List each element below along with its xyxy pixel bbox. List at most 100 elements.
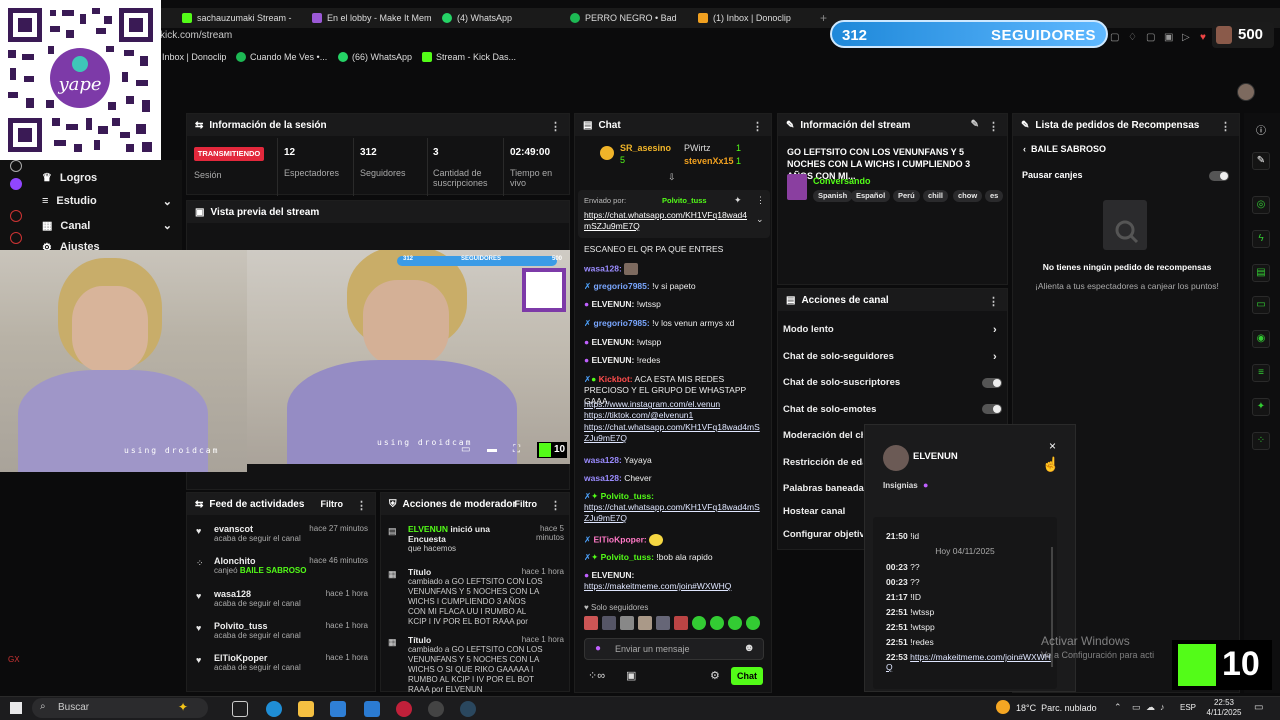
emote[interactable] <box>602 616 616 630</box>
more-icon[interactable]: ⋮ <box>988 120 999 133</box>
stream-video[interactable]: 312 SEGUIDORES 500 using droidcam ▭ ▬ ⛶ … <box>247 250 570 464</box>
send-chat-button[interactable]: Chat <box>731 667 763 685</box>
reward-filter[interactable]: ‹ BAILE SABROSO <box>1023 144 1106 154</box>
sidebar-item-estudio[interactable]: ≡ Estudio ⌄ <box>42 195 172 208</box>
tag[interactable]: es <box>985 190 1003 202</box>
top-chatter-name[interactable]: SR_asesino <box>620 143 671 153</box>
obs-icon[interactable] <box>428 701 444 717</box>
emote[interactable] <box>638 616 652 630</box>
top-chatter-name[interactable]: PWirtz <box>684 143 711 153</box>
pinned-by-user[interactable]: Polvito_tuss <box>662 196 707 205</box>
broadcast-icon[interactable]: ◉ <box>1252 330 1270 348</box>
points-icon[interactable]: ⁘∞ <box>588 669 605 682</box>
sidebar-item-canal[interactable]: ▦ Canal ⌄ <box>42 219 172 233</box>
heart-icon[interactable]: ♥ <box>1200 32 1206 43</box>
emote[interactable] <box>584 616 598 630</box>
volume-icon[interactable]: ♪ <box>1160 702 1165 712</box>
url-bar[interactable]: kick.com/stream <box>160 30 860 48</box>
action-host-channel[interactable]: Hostear canal <box>783 506 863 517</box>
subs-only-toggle[interactable] <box>982 378 1002 388</box>
bookmark[interactable]: Stream - Kick Das... <box>422 52 516 62</box>
emote[interactable] <box>620 616 634 630</box>
windows-start-icon[interactable] <box>10 702 22 714</box>
pause-redemptions-toggle[interactable] <box>1209 171 1229 181</box>
sidebar-item-logros[interactable]: ♛ Logros <box>42 171 97 185</box>
action-slow-mode[interactable]: Modo lento › <box>783 324 1003 336</box>
top-chatter-name[interactable]: stevenXx15 <box>684 156 734 166</box>
chat-icon[interactable]: ▭ <box>1252 296 1270 314</box>
scrollbar[interactable] <box>1051 547 1053 667</box>
emoji-icon[interactable]: ☻ <box>743 642 755 654</box>
share-icon[interactable]: ⁘ <box>1252 432 1270 450</box>
chevron-down-icon[interactable]: ⌄ <box>756 214 764 225</box>
action-banned-words[interactable]: Palabras baneadas <box>783 483 869 494</box>
close-icon[interactable]: × <box>1049 439 1056 453</box>
close-icon[interactable] <box>10 160 22 172</box>
emote[interactable] <box>692 616 706 630</box>
action-set-goal[interactable]: Configurar objetivo <box>783 529 863 540</box>
pinned-link[interactable]: https://chat.whatsapp.com/KH1VFq18wad4mS… <box>584 210 748 232</box>
bookmark[interactable]: Cuando Me Ves •... <box>236 52 327 62</box>
more-icon[interactable]: ⋮ <box>356 499 367 512</box>
wrench-icon[interactable]: ✦ <box>1252 398 1270 416</box>
tag[interactable]: chow <box>953 190 983 202</box>
more-icon[interactable]: ⋮ <box>752 120 763 133</box>
folder-icon[interactable] <box>298 701 314 717</box>
app-icon[interactable] <box>364 701 380 717</box>
chat-link[interactable]: https://tiktok.com/@elvenun1 <box>584 410 764 421</box>
action-age-restriction[interactable]: Restricción de edad <box>783 457 863 468</box>
action-chat-moderation[interactable]: Moderación del cha <box>783 430 863 441</box>
filter-button[interactable]: Filtro <box>515 499 538 509</box>
tag[interactable]: Perú <box>893 190 920 202</box>
tab-icon[interactable]: ▢ <box>1146 32 1155 43</box>
target-icon[interactable]: ◎ <box>1252 196 1270 214</box>
opera-gx-icon[interactable] <box>396 701 412 717</box>
user-card-name[interactable]: ELVENUN <box>913 451 958 462</box>
pencil-icon[interactable]: ✎ <box>971 119 979 130</box>
action-followers-only[interactable]: Chat de solo-seguidores › <box>783 351 1003 363</box>
more-icon[interactable]: ⋮ <box>1220 120 1231 133</box>
clock-icon[interactable] <box>10 232 22 244</box>
fullscreen-icon[interactable]: ⛶ <box>513 444 520 455</box>
category-name[interactable]: Conversando <box>813 176 871 186</box>
emote[interactable] <box>746 616 760 630</box>
gx-icon[interactable]: GX <box>8 655 20 664</box>
document-icon[interactable]: ▤ <box>1252 264 1270 282</box>
weather-text[interactable]: 18°C Parc. nublado <box>1016 703 1097 713</box>
chat-link[interactable]: https://chat.whatsapp.com/KH1VFq18wad4mS… <box>584 422 764 444</box>
browser-tab[interactable]: En el lobby - Make It Mem <box>312 8 432 28</box>
tray-chevron-icon[interactable]: ⌃ <box>1114 702 1122 713</box>
cloud-icon[interactable]: ☁ <box>1146 702 1155 713</box>
browser-tab[interactable]: sachauzumaki Stream - <box>182 8 302 28</box>
window-icon[interactable]: ▣ <box>1164 32 1173 43</box>
pencil-icon[interactable]: ✎ <box>1252 152 1270 170</box>
emote[interactable] <box>674 616 688 630</box>
notification-icon[interactable]: ▭ <box>1254 702 1263 713</box>
twitch-icon[interactable] <box>10 178 22 190</box>
steam-icon[interactable] <box>460 701 476 717</box>
network-icon[interactable]: ▭ <box>1132 702 1141 713</box>
pin-icon[interactable]: ✦ <box>734 195 742 206</box>
list-icon[interactable]: ≡ <box>1252 364 1270 382</box>
taskbar-search[interactable]: ⌕ Buscar ✦ <box>32 698 208 718</box>
more-icon[interactable]: ⋮ <box>988 295 999 308</box>
store-icon[interactable]: ▣ <box>626 669 636 682</box>
info-icon[interactable]: ⓘ <box>1256 122 1266 137</box>
edge-icon[interactable] <box>266 701 282 717</box>
tag[interactable]: Spanish <box>813 190 853 202</box>
tag[interactable]: Español <box>851 190 891 202</box>
extension-icon[interactable]: ▢ <box>1110 32 1119 43</box>
browser-tab[interactable]: PERRO NEGRO • Bad <box>570 8 694 28</box>
bookmark[interactable]: Inbox | Donoclip <box>162 52 226 62</box>
more-icon[interactable]: ⋮ <box>550 499 561 512</box>
more-icon[interactable]: ⋮ <box>756 195 765 206</box>
gear-icon[interactable]: ⚙ <box>710 669 720 682</box>
bookmark[interactable]: (66) WhatsApp <box>338 52 412 62</box>
bell-icon[interactable]: ♢ <box>1128 32 1137 43</box>
emote[interactable] <box>656 616 670 630</box>
tag[interactable]: chill <box>923 190 949 202</box>
clock[interactable]: 22:53 4/11/2025 <box>1204 698 1244 718</box>
emote[interactable] <box>710 616 724 630</box>
filter-button[interactable]: Filtro <box>321 499 344 509</box>
record-icon[interactable] <box>10 210 22 222</box>
